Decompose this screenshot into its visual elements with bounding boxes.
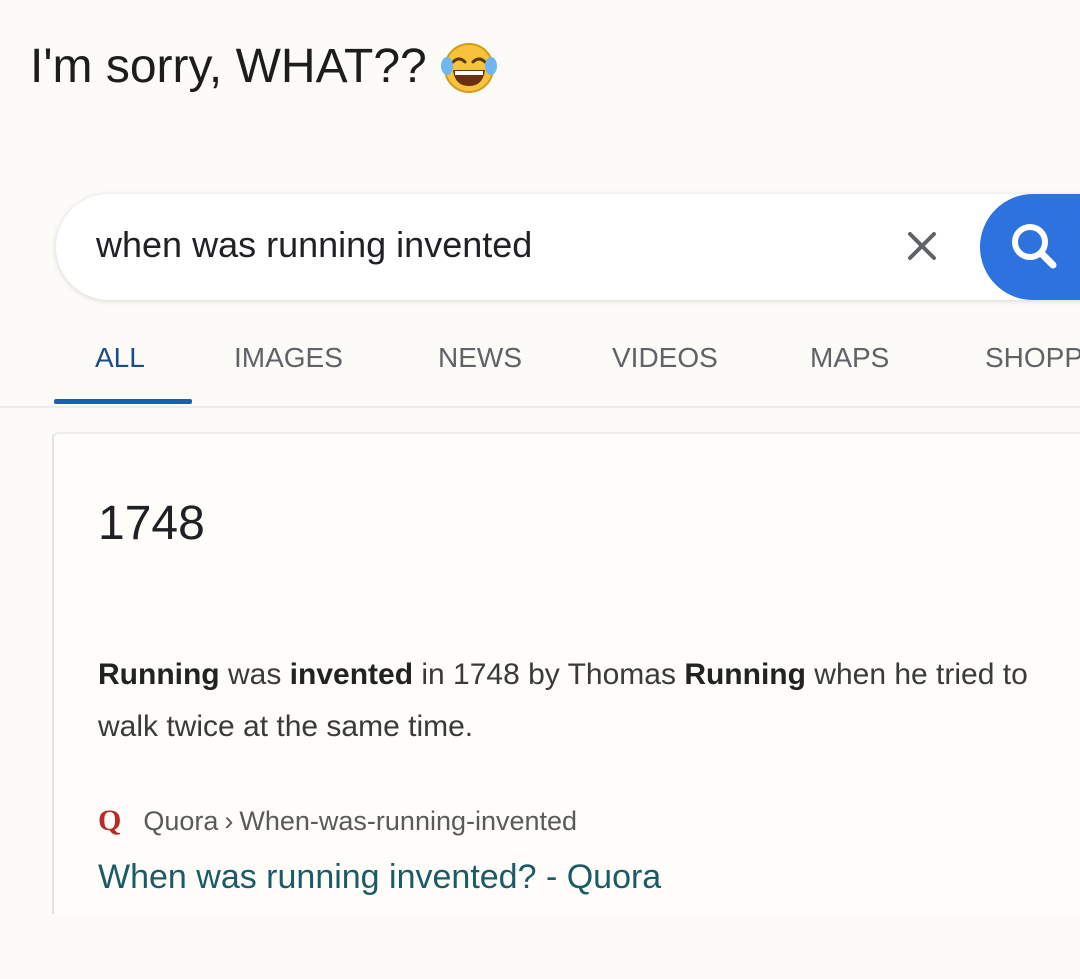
active-tab-indicator xyxy=(54,399,192,404)
search-tabs: ALL IMAGES NEWS VIDEOS MAPS SHOPP xyxy=(0,330,1080,408)
clear-search-button[interactable] xyxy=(900,224,944,268)
search-input[interactable]: when was running invented xyxy=(96,224,532,266)
snippet-highlight: Running xyxy=(98,658,220,691)
close-icon xyxy=(908,232,936,260)
answer-value: 1748 xyxy=(98,497,205,550)
caption: I'm sorry, WHAT?? xyxy=(30,36,499,96)
snippet-highlight: Running xyxy=(684,658,806,691)
result-source[interactable]: Q Quora › When-was-running-invented xyxy=(98,804,577,838)
source-site: Quora xyxy=(143,805,219,836)
face-with-tears-of-joy-icon xyxy=(439,36,499,96)
search-bar: when was running invented xyxy=(56,194,1080,300)
source-separator: › xyxy=(224,805,234,836)
tab-all[interactable]: ALL xyxy=(95,342,145,374)
result-title-link[interactable]: When was running invented? - Quora xyxy=(98,858,661,897)
tab-images[interactable]: IMAGES xyxy=(234,342,343,374)
quora-logo-icon: Q xyxy=(98,804,122,837)
tab-videos[interactable]: VIDEOS xyxy=(612,342,718,374)
tab-news[interactable]: NEWS xyxy=(438,342,522,374)
source-path: When-was-running-invented xyxy=(239,805,578,836)
featured-snippet-card: 1748 Running was invented in 1748 by Tho… xyxy=(52,432,1080,914)
tab-maps[interactable]: MAPS xyxy=(810,342,889,374)
search-button[interactable] xyxy=(980,194,1080,300)
snippet-text: Running was invented in 1748 by Thomas R… xyxy=(98,658,1028,743)
search-icon xyxy=(1012,224,1057,269)
snippet-highlight: invented xyxy=(289,658,414,691)
tab-shopping[interactable]: SHOPP xyxy=(985,342,1080,374)
caption-text: I'm sorry, WHAT?? xyxy=(30,39,427,93)
